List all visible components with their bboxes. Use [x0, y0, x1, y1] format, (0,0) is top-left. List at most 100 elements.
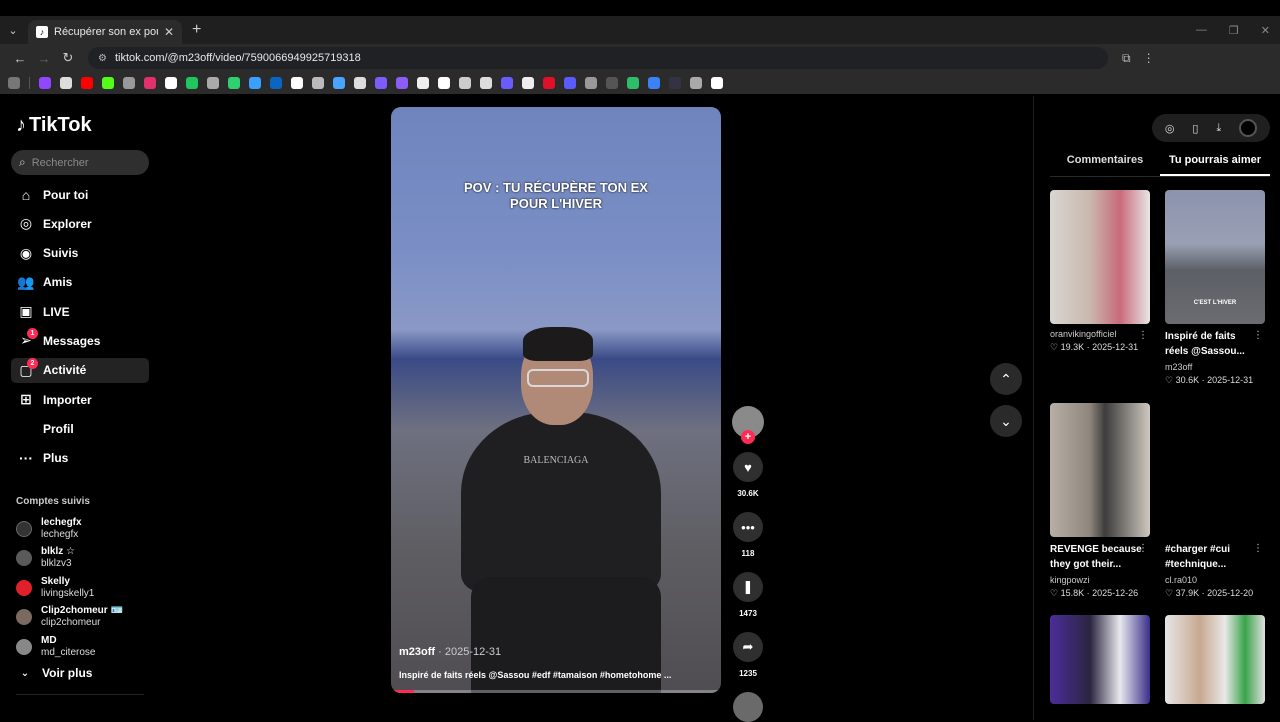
more-options-icon[interactable]: ⋮ [1253, 543, 1263, 554]
extensions-icon[interactable]: ⧉ [1122, 51, 1131, 66]
video-thumbnail[interactable]: C'EST L'HIVER [1165, 190, 1265, 324]
comment-icon[interactable]: ••• [733, 512, 763, 542]
video-progress-bar[interactable] [391, 690, 721, 693]
follow-plus-icon[interactable]: + [741, 430, 755, 444]
forward-icon[interactable]: → [32, 51, 56, 66]
following-account[interactable]: Clip2chomeur 🪪 clip2chomeur [16, 603, 156, 633]
suggested-video-card[interactable]: #charger #cui #technique... ⋮ cl.ra010 ♡… [1165, 403, 1265, 599]
bookmark-icon[interactable] [228, 77, 240, 89]
tab-search-button[interactable]: ⌄ [0, 16, 26, 44]
bookmark-icon[interactable]: ❚ [733, 572, 763, 602]
bookmark-instagram-icon[interactable] [144, 77, 156, 89]
sidebar-item-profil[interactable]: Profil [11, 416, 149, 441]
bookmark-twitch-icon[interactable] [39, 77, 51, 89]
suggested-video-card[interactable] [1050, 615, 1150, 704]
more-options-icon[interactable]: ⋮ [1138, 330, 1148, 341]
like-action[interactable]: ♥ 30.6K [731, 452, 765, 498]
phone-icon[interactable]: ▯ [1192, 122, 1198, 135]
sidebar-item-live[interactable]: ▣ LIVE [11, 299, 149, 324]
tab-suggested[interactable]: Tu pourrais aimer [1160, 154, 1270, 176]
bookmark-icon[interactable] [669, 77, 681, 89]
video-description[interactable]: Inspiré de faits réels @Sassou #edf #tam… [399, 670, 709, 680]
bookmark-icon[interactable] [564, 77, 576, 89]
bookmark-icon[interactable] [648, 77, 660, 89]
sidebar-item-plus[interactable]: ··· Plus [11, 446, 149, 471]
bookmark-icon[interactable] [123, 77, 135, 89]
suggested-video-card[interactable]: C'EST L'HIVER Inspiré de faits réels @Sa… [1165, 190, 1265, 386]
following-account[interactable]: Skelly livingskelly1 [16, 573, 156, 603]
sidebar-item-amis[interactable]: 👥 Amis [11, 270, 149, 295]
user-avatar-icon[interactable] [1239, 119, 1258, 137]
see-more-button[interactable]: ⌄ Voir plus [16, 666, 93, 680]
sidebar-item-activite[interactable]: ▢ 2 Activité [11, 357, 149, 383]
share-icon[interactable]: ➦ [733, 632, 763, 662]
bookmark-icon[interactable] [417, 77, 429, 89]
bookmark-icon[interactable] [396, 77, 408, 89]
sidebar-item-suivis[interactable]: ◉ Suivis [11, 241, 149, 266]
video-thumbnail[interactable] [1050, 615, 1150, 704]
following-account[interactable]: MD md_citerose [16, 632, 156, 662]
previous-video-button[interactable]: ⌃ [990, 363, 1022, 395]
address-bar[interactable]: ⚙ tiktok.com/@m23off/video/7590066949925… [88, 47, 1108, 69]
more-options-icon[interactable]: ⋮ [1253, 330, 1263, 341]
back-icon[interactable]: ← [8, 51, 32, 66]
bookmark-icon[interactable] [711, 77, 723, 89]
new-tab-button[interactable]: + [192, 21, 201, 39]
creator-avatar[interactable]: + [732, 406, 764, 444]
bookmark-info-icon[interactable] [291, 77, 303, 89]
next-video-button[interactable]: ⌄ [990, 405, 1022, 437]
bookmark-icon[interactable] [312, 77, 324, 89]
bookmark-icon[interactable] [375, 77, 387, 89]
heart-icon[interactable]: ♥ [733, 452, 763, 482]
bookmark-icon[interactable] [480, 77, 492, 89]
bookmark-icon[interactable] [522, 77, 534, 89]
suggested-video-card[interactable]: ⋮ oranvikingofficiel ♡ 19.3K · 2025-12-3… [1050, 190, 1150, 353]
tiktok-logo[interactable]: ♪ TikTok [16, 114, 92, 137]
video-thumbnail[interactable] [1050, 190, 1150, 324]
video-author-link[interactable]: m23off [399, 646, 435, 658]
site-info-icon[interactable]: ⚙ [98, 53, 107, 64]
bookmark-icon[interactable] [354, 77, 366, 89]
suggested-video-card[interactable] [1165, 615, 1265, 704]
sound-avatar[interactable] [733, 692, 763, 722]
bookmark-x-icon[interactable] [60, 77, 72, 89]
bookmark-icon[interactable] [543, 77, 555, 89]
bookmark-icon[interactable] [333, 77, 345, 89]
bookmark-kick-icon[interactable] [102, 77, 114, 89]
minimize-icon[interactable]: — [1196, 24, 1207, 36]
tab-comments[interactable]: Commentaires [1050, 154, 1160, 176]
suggested-video-card[interactable]: REVENGE because they got their... ⋮ king… [1050, 403, 1150, 599]
bookmark-icon[interactable] [606, 77, 618, 89]
save-action[interactable]: ❚ 1473 [731, 572, 765, 618]
search-input[interactable]: ⌕ Rechercher [11, 150, 149, 175]
video-player[interactable]: POV : TU RÉCUPÈRE TON EX POUR L'HIVER BA… [391, 107, 721, 693]
close-window-icon[interactable]: ✕ [1261, 24, 1270, 37]
compass-icon[interactable]: ◎ [1165, 122, 1175, 135]
bookmark-linkedin-icon[interactable] [270, 77, 282, 89]
menu-icon[interactable]: ⋮ [1143, 51, 1155, 66]
reload-icon[interactable]: ↻ [56, 50, 80, 66]
bookmark-icon[interactable] [249, 77, 261, 89]
bookmark-icon[interactable] [585, 77, 597, 89]
bookmark-icon[interactable] [459, 77, 471, 89]
following-account[interactable]: lechegfx lechegfx [16, 514, 156, 544]
bookmark-icon[interactable] [690, 77, 702, 89]
apps-icon[interactable] [8, 77, 20, 89]
tab-close-icon[interactable]: ✕ [164, 25, 174, 39]
bookmark-icon[interactable] [438, 77, 450, 89]
sidebar-item-importer[interactable]: ⊞ Importer [11, 387, 149, 412]
video-thumbnail[interactable] [1165, 615, 1265, 704]
download-icon[interactable]: ⤓ [1216, 122, 1221, 135]
browser-tab[interactable]: ♪ Récupérer son ex pour l'hiver ✕ [28, 20, 182, 44]
video-thumbnail[interactable] [1050, 403, 1150, 537]
sidebar-item-messages[interactable]: ➢ 1 Messages [11, 328, 149, 353]
bookmark-icon[interactable] [207, 77, 219, 89]
share-action[interactable]: ➦ 1235 [731, 632, 765, 678]
following-account[interactable]: blklz ☆ blklzv3 [16, 544, 156, 574]
bookmark-tiktok-icon[interactable] [165, 77, 177, 89]
bookmark-icon[interactable] [186, 77, 198, 89]
maximize-icon[interactable]: ❐ [1229, 24, 1239, 37]
video-thumbnail[interactable] [1165, 403, 1265, 537]
comment-action[interactable]: ••• 118 [731, 512, 765, 558]
bookmark-youtube-icon[interactable] [81, 77, 93, 89]
